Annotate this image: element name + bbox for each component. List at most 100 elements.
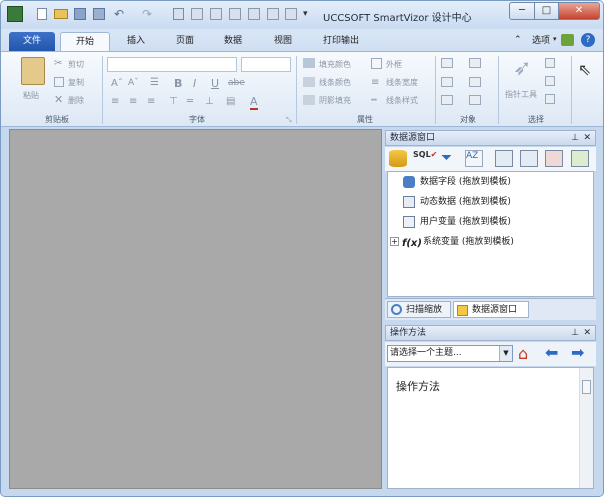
object-group-icon[interactable] <box>469 58 481 68</box>
bold-button[interactable]: B <box>174 77 182 90</box>
home-icon[interactable]: ⌂ <box>518 344 528 363</box>
align-center-icon[interactable]: ≡ <box>129 96 137 107</box>
fill-color-button[interactable]: 填充颜色 <box>319 59 351 70</box>
sql-icon[interactable]: SQL✔ <box>413 150 437 167</box>
delete-button[interactable]: 删除 <box>68 95 84 106</box>
tree-item-system-variables[interactable]: + f(x)系统变量 (拖放到模板) <box>390 234 514 250</box>
back-arrow-icon[interactable]: ⬅ <box>545 343 558 362</box>
font-family-combo[interactable] <box>107 57 237 72</box>
italic-button[interactable]: I <box>193 77 196 90</box>
app-icon[interactable] <box>7 6 23 22</box>
sort-icon[interactable]: AZ <box>465 150 483 167</box>
forward-arrow-icon[interactable]: ➡ <box>571 343 584 362</box>
new-icon[interactable] <box>37 8 47 20</box>
select-connect-icon[interactable] <box>545 76 555 86</box>
object-order-icon[interactable] <box>441 77 453 87</box>
print-icon[interactable] <box>248 8 260 20</box>
help-icon[interactable]: ? <box>581 33 595 47</box>
tab-print-output[interactable]: 打印输出 <box>313 32 369 51</box>
tab-data[interactable]: 数据 <box>215 32 251 51</box>
tree-item-data-fields[interactable]: 数据字段 (拖放到模板) <box>403 174 511 190</box>
format-icon[interactable] <box>285 8 297 20</box>
close-button[interactable]: ✕ <box>558 2 600 20</box>
pin-icon[interactable]: ⊥ <box>571 326 579 340</box>
delete-icon[interactable]: ✕ <box>54 93 63 106</box>
add-variable-icon[interactable] <box>495 150 513 167</box>
paste-icon[interactable] <box>229 8 241 20</box>
open-icon[interactable] <box>54 9 68 19</box>
copy-icon[interactable] <box>210 8 222 20</box>
copy-small-icon[interactable] <box>54 77 64 87</box>
tab-view[interactable]: 视图 <box>265 32 301 51</box>
tab-file[interactable]: 文件 <box>9 32 55 51</box>
font-size-combo[interactable] <box>241 57 291 72</box>
pin-icon[interactable]: ⊥ <box>571 131 579 145</box>
scissors-icon[interactable]: ✂ <box>54 58 62 69</box>
tab-home[interactable]: 开始 <box>60 32 110 51</box>
pointer-tool-button[interactable]: 指针工具 <box>505 89 537 100</box>
select-nodes-icon[interactable] <box>545 58 555 68</box>
topic-select[interactable]: 请选择一个主题... ▼ <box>387 345 513 362</box>
object-size-icon[interactable] <box>469 77 481 87</box>
ribbon-collapse-icon[interactable]: ⌃ <box>514 35 522 45</box>
refresh-variable-icon[interactable] <box>571 150 589 167</box>
font-dialog-launcher-icon[interactable]: ⤡ <box>286 116 292 125</box>
scroll-thumb[interactable] <box>582 380 591 394</box>
minimize-button[interactable]: ─ <box>509 2 535 20</box>
update-icon[interactable] <box>561 34 574 46</box>
valign-middle-icon[interactable]: ═ <box>187 96 193 107</box>
edit-variable-icon[interactable] <box>520 150 538 167</box>
filter-icon[interactable]: ⏷ <box>441 150 459 167</box>
close-icon[interactable]: ✕ <box>583 326 591 340</box>
tab-page[interactable]: 页面 <box>167 32 203 51</box>
border-button[interactable]: 外框 <box>386 59 402 70</box>
border-icon[interactable] <box>371 58 382 69</box>
fill-color-icon[interactable] <box>303 58 315 68</box>
tab-scan-zoom[interactable]: 扫描缩放 <box>387 301 451 318</box>
line-style-button[interactable]: 线条样式 <box>386 95 418 106</box>
line-style-icon[interactable]: ┅ <box>371 95 377 106</box>
list-icon[interactable]: ☰ <box>150 77 159 88</box>
options-menu[interactable]: 选项 <box>529 32 553 51</box>
chevron-down-icon[interactable]: ▼ <box>499 346 512 361</box>
line-color-icon[interactable] <box>303 77 315 87</box>
line-color-button[interactable]: 线条颜色 <box>319 77 351 88</box>
font-color-button[interactable]: A <box>250 95 258 110</box>
line-width-icon[interactable]: ≡ <box>371 77 379 88</box>
shrink-font-icon[interactable]: Aˇ <box>128 78 139 88</box>
help-scrollbar[interactable] <box>579 368 593 488</box>
strikethrough-button[interactable]: abe <box>228 78 245 88</box>
select-move-icon[interactable] <box>545 94 555 104</box>
paste-button[interactable]: 粘贴 <box>23 90 39 101</box>
tab-data-source[interactable]: 数据源窗口 <box>453 301 529 318</box>
grow-font-icon[interactable]: Aˆ <box>111 78 123 89</box>
shadow-fill-icon[interactable] <box>303 95 315 105</box>
pointer-tool-icon[interactable]: ➶ <box>513 56 531 81</box>
copy-button[interactable]: 复制 <box>68 77 84 88</box>
cut-icon[interactable] <box>191 8 203 20</box>
valign-top-icon[interactable]: ⊤ <box>169 96 178 107</box>
close-icon[interactable]: ✕ <box>583 131 591 145</box>
maximize-button[interactable]: □ <box>534 2 559 20</box>
save-icon[interactable] <box>74 8 86 20</box>
align-left-icon[interactable]: ≡ <box>111 96 119 107</box>
database-icon[interactable] <box>389 150 407 167</box>
object-rotate-icon[interactable] <box>441 95 453 105</box>
shadow-fill-button[interactable]: 阴影填充 <box>319 95 351 106</box>
expand-icon[interactable]: + <box>390 237 399 246</box>
tree-item-user-variables[interactable]: 用户变量 (拖放到模板) <box>403 214 511 230</box>
redo-icon[interactable]: ↷ <box>142 7 152 21</box>
tree-item-dynamic-data[interactable]: 动态数据 (拖放到模板) <box>403 194 511 210</box>
page-icon[interactable] <box>173 8 184 20</box>
cut-button[interactable]: 剪切 <box>68 59 84 70</box>
tab-insert[interactable]: 插入 <box>118 32 154 51</box>
cursor-icon[interactable]: ⇖ <box>578 60 591 79</box>
line-width-button[interactable]: 线条宽度 <box>386 77 418 88</box>
undo-icon[interactable]: ↶ <box>114 7 124 21</box>
object-flip-icon[interactable] <box>469 95 481 105</box>
object-align-icon[interactable] <box>441 58 453 68</box>
options-dropdown-icon[interactable]: ▾ <box>553 35 557 43</box>
valign-bottom-icon[interactable]: ⊥ <box>205 96 214 107</box>
paste-large-icon[interactable] <box>21 57 45 85</box>
customize-icon[interactable]: ▾ <box>303 9 308 19</box>
